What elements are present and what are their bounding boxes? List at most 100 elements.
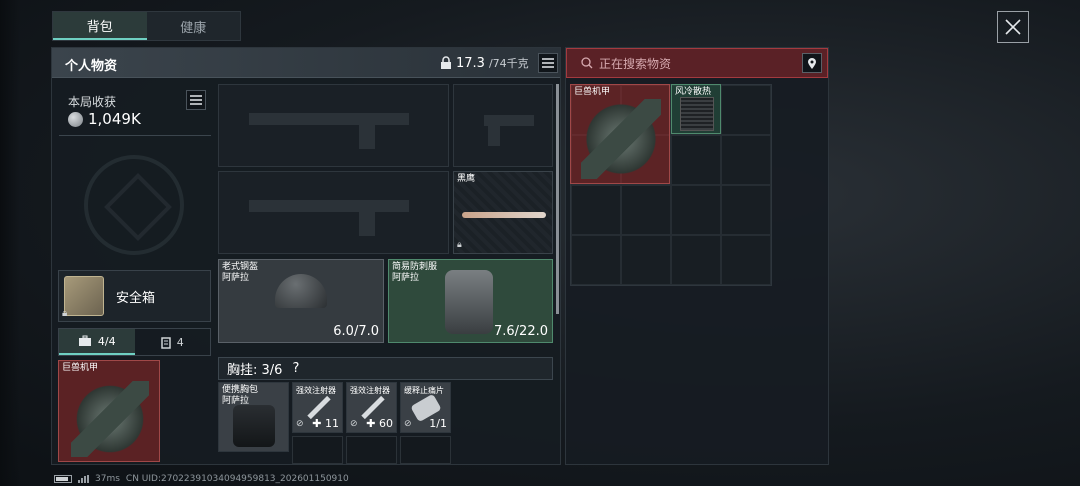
tab-safebox-contents[interactable]: 4/4 — [59, 329, 135, 355]
close-button[interactable] — [997, 11, 1029, 43]
helmet-label: 老式钢盔 阿萨拉 — [222, 262, 258, 284]
armor-label: 简易防刺服 阿萨拉 — [392, 262, 437, 284]
injector-item-1[interactable]: 强效注射器 ⊘ ✚ 11 — [292, 382, 343, 433]
safebox-item-mech[interactable]: 巨兽机甲 — [58, 360, 160, 462]
pistol-placeholder-icon — [484, 115, 534, 126]
item-name: 巨兽机甲 — [574, 87, 611, 97]
search-status: 正在搜索物资 — [599, 56, 672, 71]
harvest-label: 本局收获 — [68, 95, 117, 109]
helmet-durability: 6.0/7.0 — [333, 324, 379, 339]
weight-max: /74千克 — [488, 57, 529, 70]
status-bar: 37ms CN UID:2702239103409495​9813_202601… — [54, 474, 349, 484]
loot-cell[interactable] — [571, 235, 621, 285]
inventory-scrollbar[interactable] — [556, 84, 559, 314]
chest-rig-label: 胸挂: 3/6 — [227, 363, 283, 378]
background-edge — [0, 0, 20, 486]
painkiller-name: 缓释止痛片 — [404, 386, 444, 395]
faction-emblem-icon — [84, 155, 184, 255]
safebox-label: 安全箱 — [116, 290, 156, 306]
loot-cell[interactable] — [671, 235, 721, 285]
weight-display: 17.3/74千克 — [440, 55, 529, 71]
locked-slot-icon: ⊘ — [350, 419, 358, 429]
loot-cell[interactable] — [671, 135, 721, 185]
mech-icon — [581, 99, 661, 179]
loot-cell[interactable] — [721, 185, 771, 235]
search-icon — [581, 57, 593, 69]
list-icon — [190, 95, 202, 105]
syringe-icon — [307, 395, 331, 420]
chest-rig-header: 胸挂: 3/6 ? — [218, 357, 553, 380]
ping-value: 37ms — [95, 474, 120, 484]
loot-cell[interactable] — [571, 185, 621, 235]
armor-origin: 阿萨拉 — [392, 273, 420, 283]
loot-item-cooler[interactable]: 风冷散热 — [671, 84, 721, 134]
locked-slot-icon: ⊘ — [296, 419, 304, 429]
briefcase-icon — [78, 335, 91, 346]
injector-count: ✚ 11 — [312, 417, 339, 430]
tab-case-contents[interactable]: 4 — [135, 329, 211, 355]
uid-text: CN UID:2702239103409495​9813_20260115091… — [125, 474, 349, 484]
armor-durability: 7.6/22.0 — [494, 324, 548, 339]
safebox-icon — [64, 276, 104, 316]
locked-slot-icon: ⊘ — [404, 419, 412, 429]
armor-slot[interactable]: 简易防刺服 阿萨拉 7.6/22.0 — [388, 259, 553, 343]
bag-label: 便携胸包 阿萨拉 — [222, 385, 258, 407]
battery-icon — [54, 475, 72, 483]
loot-cell[interactable] — [721, 135, 771, 185]
loot-cell[interactable] — [621, 185, 671, 235]
harvest-list-button[interactable] — [186, 90, 206, 110]
chest-bag-item[interactable]: 便携胸包 阿萨拉 — [218, 382, 289, 452]
injector-count-value: 11 — [325, 417, 339, 430]
pistol-grip-shape — [488, 126, 500, 146]
injector-name: 强效注射器 — [350, 386, 390, 395]
location-pin-icon — [808, 57, 816, 69]
secondary-weapon-slot[interactable] — [218, 171, 449, 254]
injector-count: ✚ 60 — [366, 417, 393, 430]
list-icon — [542, 58, 554, 68]
loot-item-mech[interactable]: 巨兽机甲 — [570, 84, 670, 184]
knife-icon — [462, 212, 546, 218]
case-icon — [161, 336, 171, 349]
lock-icon — [441, 56, 451, 69]
loot-cell[interactable] — [621, 235, 671, 285]
helmet-icon — [275, 274, 327, 308]
melee-slot[interactable]: 黑鹰 🔒︎ — [453, 171, 553, 254]
armor-name: 简易防刺服 — [392, 262, 438, 272]
inventory-list-button[interactable] — [538, 53, 558, 73]
rifle-placeholder-icon — [249, 113, 409, 125]
helmet-slot[interactable]: 老式钢盔 阿萨拉 6.0/7.0 — [218, 259, 384, 343]
tab-health[interactable]: 健康 — [147, 12, 241, 40]
harvest-amount: 1,049K — [88, 110, 141, 128]
tab-backpack[interactable]: 背包 — [53, 12, 147, 40]
mech-icon — [71, 381, 149, 457]
rifle-placeholder-icon — [249, 200, 409, 212]
primary-weapon-slot[interactable] — [218, 84, 449, 167]
search-field[interactable]: 正在搜索物资 — [566, 48, 828, 78]
loot-cell[interactable] — [671, 185, 721, 235]
cooler-icon — [680, 97, 714, 131]
helmet-name: 老式钢盔 — [222, 262, 259, 272]
pistol-slot[interactable] — [453, 84, 553, 167]
item-name: 巨兽机甲 — [62, 363, 99, 373]
top-tabs: 背包 健康 — [52, 11, 241, 41]
armor-vest-icon — [445, 270, 493, 334]
empty-rig-slot[interactable] — [346, 436, 397, 464]
injector-name: 强效注射器 — [296, 386, 336, 395]
empty-rig-slot[interactable] — [292, 436, 343, 464]
loot-cell[interactable] — [721, 235, 771, 285]
injector-item-2[interactable]: 强效注射器 ⊘ ✚ 60 — [346, 382, 397, 433]
tab-case-count: 4 — [176, 335, 184, 349]
empty-rig-slot[interactable] — [400, 436, 451, 464]
weight-current: 17.3 — [456, 55, 485, 71]
safebox-slot[interactable]: 安全箱 — [58, 270, 211, 322]
loot-cell[interactable] — [721, 85, 771, 135]
panel-title: 个人物资 — [65, 59, 118, 74]
painkiller-count: 1/1 — [429, 417, 447, 430]
harvest-value: 1,049K — [68, 110, 141, 128]
tab-safebox-count: 4/4 — [97, 334, 116, 348]
location-button[interactable] — [802, 53, 822, 73]
helmet-origin: 阿萨拉 — [222, 273, 250, 283]
help-icon[interactable]: ? — [292, 361, 299, 376]
painkiller-item[interactable]: 缓释止痛片 ⊘ 1/1 — [400, 382, 451, 433]
rifle-grip-shape — [359, 125, 375, 149]
